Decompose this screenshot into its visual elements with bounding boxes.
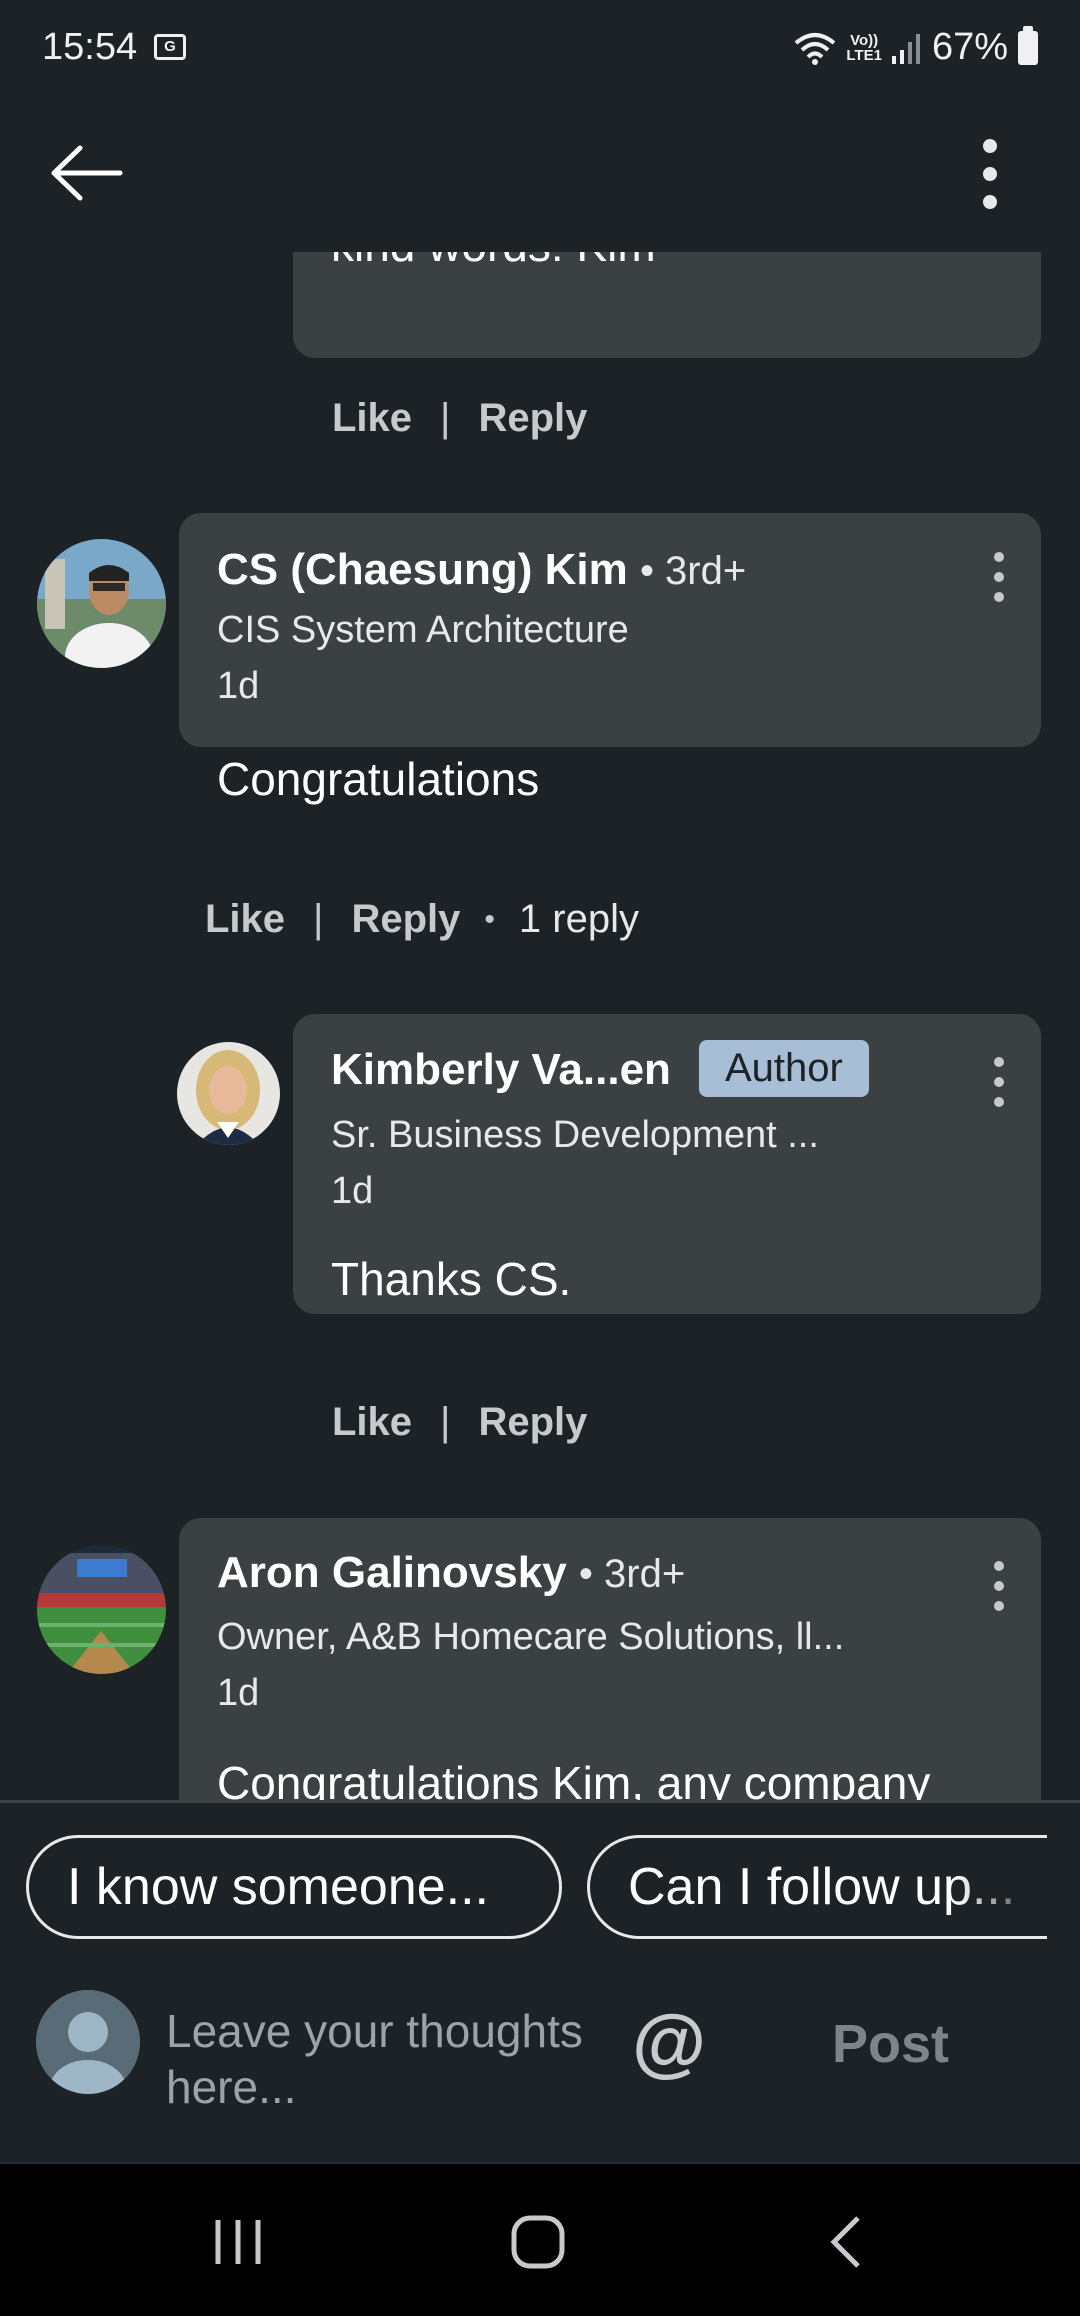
separator-dot: •: [484, 902, 495, 936]
comment-menu-button[interactable]: [979, 1556, 1019, 1616]
author-headline: CIS System Architecture: [217, 609, 629, 651]
comment-actions: Like | Reply • 1 reply: [205, 897, 639, 942]
comments-list[interactable]: kind words! Kim Like | Reply CS (Chaesun…: [0, 252, 1080, 1800]
wifi-icon: [795, 32, 836, 65]
more-vertical-icon: [983, 139, 997, 209]
comment-bubble: CS (Chaesung) Kim • 3rd+ CIS System Arch…: [179, 513, 1041, 747]
comment-text: kind words! Kim: [331, 252, 656, 272]
comment-time: 1d: [217, 1672, 260, 1714]
avatar[interactable]: [37, 539, 166, 668]
like-button[interactable]: Like: [205, 897, 285, 942]
post-button[interactable]: Post: [832, 2013, 949, 2075]
profile-photo: [37, 539, 166, 668]
comment-bubble: Kimberly Va...en Author Sr. Business Deve…: [293, 1014, 1041, 1314]
profile-photo: [37, 1545, 166, 1674]
author-headline: Owner, A&B Homecare Solutions, ll...: [217, 1616, 845, 1658]
system-navigation-bar: [0, 2162, 1080, 2316]
comment-text: Congratulations: [217, 753, 540, 805]
author-name[interactable]: CS (Chaesung) Kim • 3rd+: [217, 545, 746, 595]
avatar[interactable]: [177, 1042, 280, 1145]
comment-time: 1d: [217, 665, 260, 707]
volte-icon: Vo)) LTE1: [846, 31, 882, 64]
battery-percent: 67%: [931, 26, 1008, 68]
reply-count-link[interactable]: 1 reply: [519, 897, 639, 942]
status-bar: 15:54 G Vo)) LTE1 67%: [0, 0, 1080, 96]
avatar[interactable]: [37, 1545, 166, 1674]
comment-actions: Like | Reply: [332, 1400, 587, 1445]
default-avatar-icon: [36, 1990, 140, 2094]
top-app-bar: [0, 96, 1080, 252]
author-badge: Author: [698, 1040, 869, 1097]
comment-bubble: kind words! Kim: [293, 252, 1041, 358]
connection-degree: • 3rd+: [639, 549, 747, 593]
more-vertical-icon: [994, 1057, 1004, 1107]
author-name[interactable]: Aron Galinovsky • 3rd+: [217, 1548, 685, 1598]
arrow-left-icon: [51, 145, 123, 201]
reply-button[interactable]: Reply: [478, 1400, 587, 1445]
comment-text: Congratulations Kim, any company: [217, 1757, 931, 1800]
comment-composer: I know someone... Can I follow up... Lea…: [0, 1800, 1080, 2162]
signal-icon: [891, 33, 920, 64]
sim-card-icon: G: [154, 34, 186, 60]
back-nav-button[interactable]: [820, 2214, 876, 2275]
like-button[interactable]: Like: [332, 396, 412, 441]
more-vertical-icon: [994, 1561, 1004, 1611]
suggestion-chip[interactable]: Can I follow up...: [587, 1835, 1047, 1939]
mention-button[interactable]: @: [632, 1999, 706, 2086]
comment-menu-button[interactable]: [979, 1052, 1019, 1112]
chip-label: I know someone...: [67, 1858, 489, 1916]
separator: |: [440, 396, 451, 440]
status-indicators: Vo)) LTE1 67%: [794, 25, 1038, 69]
profile-photo: [177, 1042, 280, 1145]
chip-fade: [957, 1838, 1047, 1936]
home-button[interactable]: [510, 2214, 566, 2275]
connection-degree: • 3rd+: [578, 1552, 686, 1596]
comment-input[interactable]: Leave your thoughts here...: [166, 2003, 586, 2115]
suggestion-chip[interactable]: I know someone...: [26, 1835, 562, 1939]
more-vertical-icon: [994, 552, 1004, 602]
recent-apps-icon: [215, 2220, 261, 2264]
back-button[interactable]: [40, 126, 136, 222]
author-headline: Sr. Business Development ...: [331, 1114, 819, 1156]
comment-actions: Like | Reply: [332, 396, 587, 441]
more-options-button[interactable]: [950, 126, 1030, 222]
status-time: 15:54: [42, 26, 138, 68]
comment-menu-button[interactable]: [979, 547, 1019, 607]
home-icon: [511, 2215, 565, 2269]
comment-text: Thanks CS.: [331, 1253, 572, 1305]
separator: |: [440, 1400, 451, 1444]
separator: |: [313, 897, 324, 941]
recent-apps-button[interactable]: [210, 2214, 266, 2275]
author-name[interactable]: Kimberly Va...en Author: [331, 1040, 869, 1101]
like-button[interactable]: Like: [332, 1400, 412, 1445]
reply-button[interactable]: Reply: [351, 897, 460, 942]
user-avatar: [36, 1990, 140, 2094]
reply-button[interactable]: Reply: [478, 396, 587, 441]
comment-time: 1d: [331, 1170, 374, 1212]
battery-icon: [1018, 25, 1038, 65]
chevron-left-icon: [830, 2216, 860, 2268]
comment-bubble: Aron Galinovsky • 3rd+ Owner, A&B Homeca…: [179, 1518, 1041, 1800]
